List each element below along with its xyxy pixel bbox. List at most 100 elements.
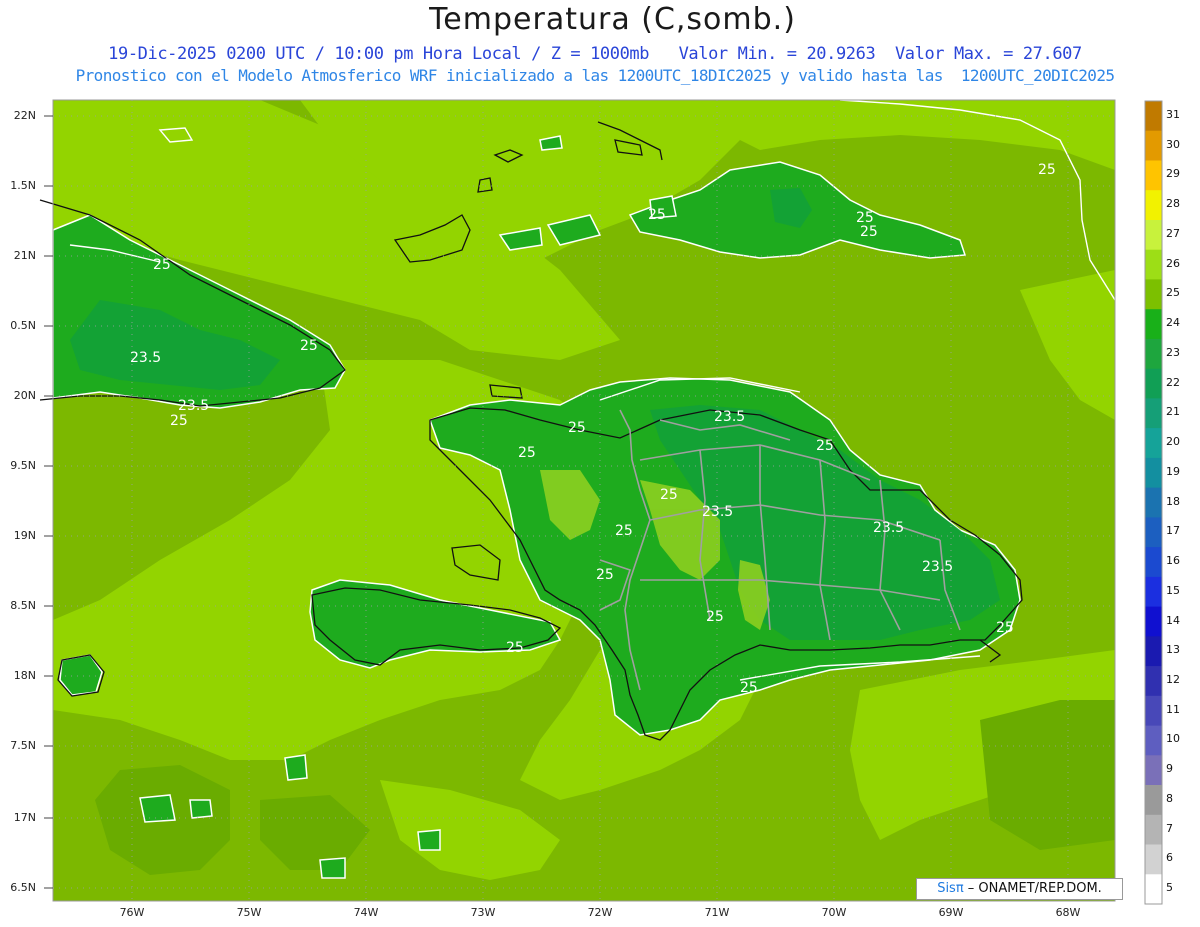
lon-label: 68W	[1055, 906, 1081, 919]
colorbar-swatch	[1145, 606, 1162, 637]
contour-label: 23.5	[922, 559, 953, 575]
lat-label: 9.5N	[10, 459, 36, 472]
contour-label: 23.5	[130, 350, 161, 366]
colorbar-swatch	[1145, 755, 1162, 786]
contour-label: 25	[568, 420, 586, 436]
colorbar-tick-label: 5	[1166, 881, 1173, 895]
colorbar-swatch	[1145, 338, 1162, 370]
contour-label: 25	[648, 207, 666, 223]
colorbar	[1145, 101, 1162, 905]
colorbar-tick-label: 24	[1166, 316, 1180, 330]
lat-label: 22N	[13, 109, 36, 122]
colorbar-swatch	[1145, 666, 1162, 697]
colorbar-swatch	[1145, 695, 1162, 726]
axis-ticks	[44, 115, 53, 889]
lat-label: 20N	[13, 389, 36, 402]
lat-label: 7.5N	[10, 739, 36, 752]
colorbar-swatch	[1145, 487, 1162, 518]
colorbar-tick-label: 12	[1166, 672, 1180, 686]
colorbar-tick-label: 7	[1166, 821, 1173, 835]
colorbar-swatch	[1145, 785, 1162, 816]
colorbar-swatch	[1145, 398, 1162, 429]
colorbar-tick-label: 22	[1166, 375, 1180, 389]
colorbar-tick-label: 26	[1166, 256, 1180, 270]
contour-label: 25	[615, 523, 633, 539]
contour-label: 25	[518, 445, 536, 461]
lon-label: 70W	[821, 906, 847, 919]
colorbar-swatch	[1145, 457, 1162, 489]
credit-text: – ONAMET/REP.DOM.	[963, 881, 1102, 896]
colorbar-tick-label: 8	[1166, 791, 1173, 805]
colorbar-tick-label: 28	[1166, 197, 1180, 211]
colorbar-tick-label: 13	[1166, 643, 1180, 657]
colorbar-swatch	[1145, 844, 1162, 875]
colorbar-swatch	[1145, 874, 1162, 905]
colorbar-swatch	[1145, 547, 1162, 578]
colorbar-swatch	[1145, 160, 1162, 191]
colorbar-swatch	[1145, 130, 1162, 161]
contour-label: 25	[300, 338, 318, 354]
contour-label: 23.5	[714, 409, 745, 425]
colorbar-tick-label: 9	[1166, 762, 1173, 776]
contour-label: 25	[660, 487, 678, 503]
temperature-map: 25 25 25 25 23.5 25 23.5 25 25 23.5 25 2…	[39, 99, 1163, 905]
colorbar-swatch	[1145, 576, 1162, 608]
colorbar-tick-label: 14	[1166, 613, 1180, 627]
credit-logo: Sisπ	[937, 881, 964, 896]
lon-label: 74W	[353, 906, 379, 919]
colorbar-tick-label: 21	[1166, 405, 1180, 419]
lon-label: 72W	[587, 906, 613, 919]
colorbar-tick-label: 23	[1166, 345, 1180, 359]
colorbar-tick-label: 20	[1166, 435, 1180, 448]
colorbar-swatch	[1145, 814, 1162, 845]
colorbar-tick-label: 31	[1166, 107, 1180, 121]
colorbar-swatch	[1145, 725, 1162, 756]
lon-label: 71W	[704, 906, 730, 919]
lat-label: 0.5N	[10, 319, 36, 332]
contour-label: 25	[740, 680, 758, 696]
colorbar-swatch	[1145, 190, 1162, 221]
contour-label: 25	[860, 224, 878, 240]
colorbar-swatch	[1145, 517, 1162, 548]
colorbar-swatch	[1145, 636, 1162, 667]
contour-label: 23.5	[702, 504, 733, 520]
colorbar-tick-label: 19	[1166, 464, 1180, 478]
lat-label: 6.5N	[10, 881, 36, 894]
lon-label: 76W	[119, 906, 145, 919]
lon-label: 73W	[470, 906, 496, 919]
colorbar-tick-label: 6	[1166, 851, 1173, 865]
contour-label: 23.5	[178, 398, 209, 414]
contour-label: 25	[1038, 162, 1056, 178]
colorbar-swatch	[1145, 428, 1162, 459]
lat-label: 1.5N	[10, 179, 36, 192]
colorbar-swatch	[1145, 279, 1162, 310]
colorbar-swatch	[1145, 249, 1162, 280]
colorbar-tick-label: 30	[1166, 137, 1180, 151]
contour-label: 25	[153, 257, 171, 273]
contour-label: 25	[596, 567, 614, 583]
lon-label: 75W	[236, 906, 262, 919]
colorbar-swatch	[1145, 101, 1162, 132]
lat-label: 18N	[13, 669, 36, 682]
lat-label: 21N	[13, 249, 36, 262]
colorbar-tick-label: 15	[1166, 583, 1180, 597]
colorbar-tick-label: 17	[1166, 524, 1180, 538]
colorbar-tick-label: 18	[1166, 494, 1180, 508]
lat-label: 8.5N	[10, 599, 36, 612]
colorbar-tick-label: 29	[1166, 167, 1180, 181]
contour-label: 25	[506, 640, 524, 656]
credit-box: Sisπ – ONAMET/REP.DOM.	[916, 878, 1123, 900]
colorbar-swatch	[1145, 368, 1162, 399]
contour-label: 25	[706, 609, 724, 625]
contour-label: 25	[170, 413, 188, 429]
lat-label: 17N	[13, 811, 36, 824]
colorbar-tick-label: 10	[1166, 732, 1180, 746]
lat-label: 19N	[13, 529, 36, 542]
colorbar-tick-label: 11	[1166, 702, 1180, 716]
colorbar-tick-label: 27	[1166, 226, 1180, 240]
colorbar-swatch	[1145, 220, 1162, 251]
contour-label: 23.5	[873, 520, 904, 536]
colorbar-tick-label: 16	[1166, 554, 1180, 567]
colorbar-tick-label: 25	[1166, 286, 1180, 300]
lon-label: 69W	[938, 906, 964, 919]
